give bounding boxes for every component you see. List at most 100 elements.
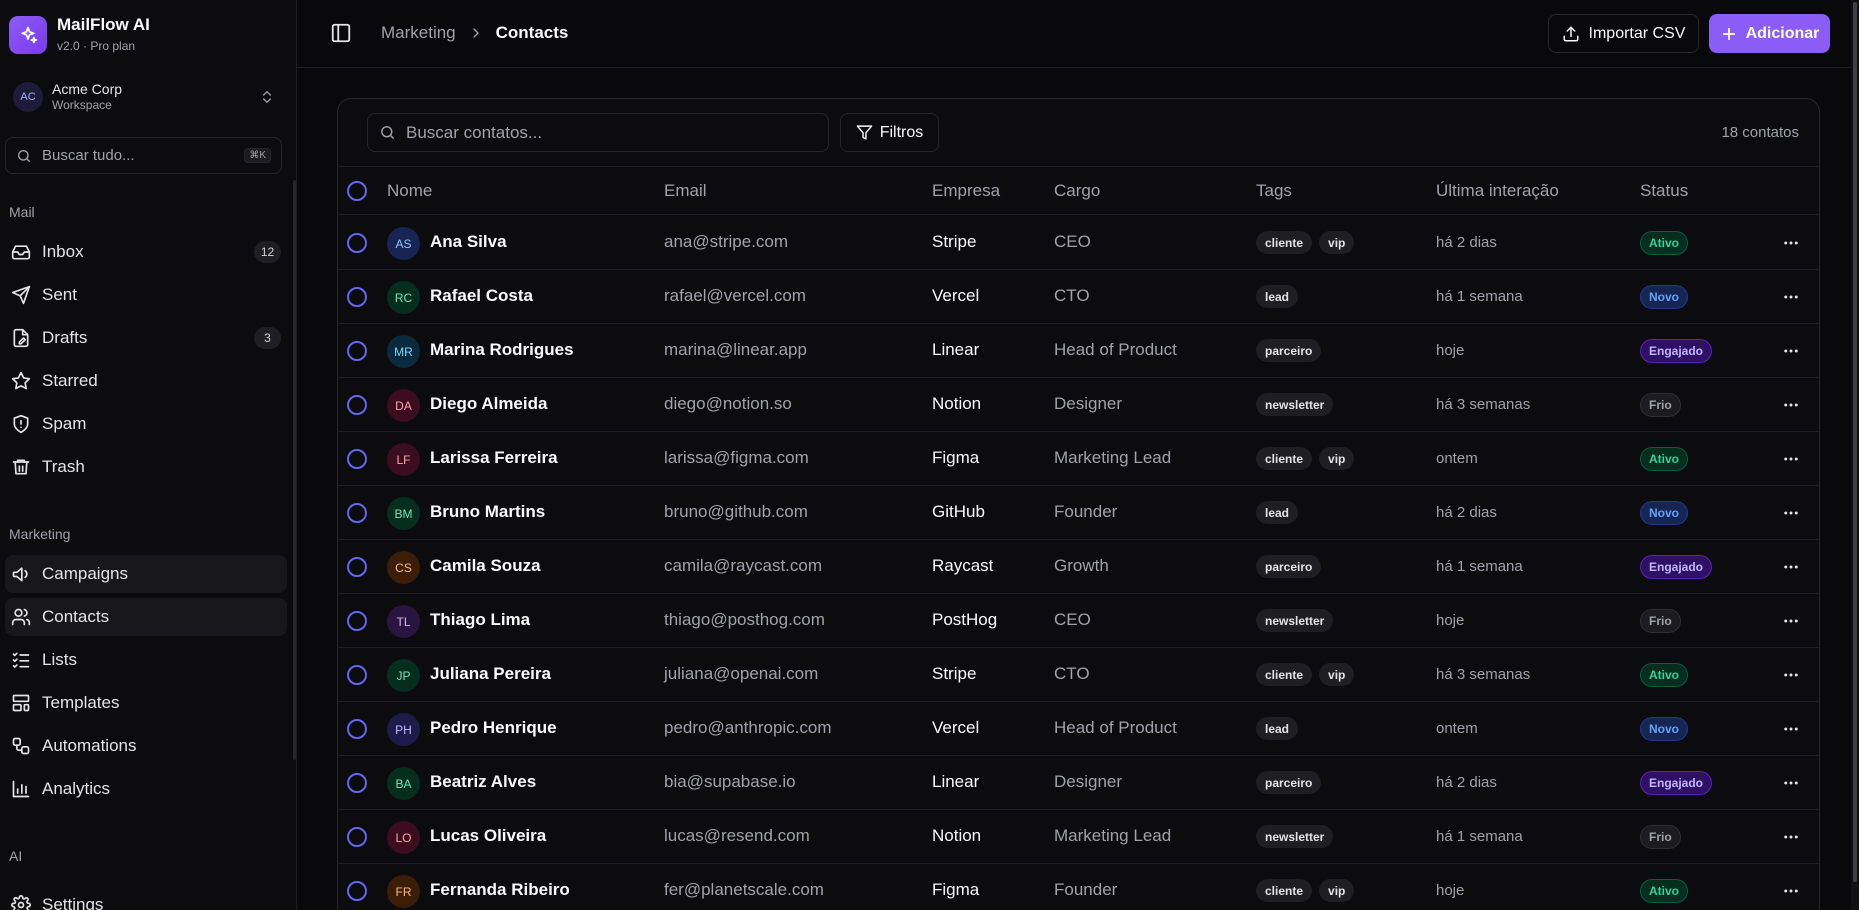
- column-header-empresa[interactable]: Empresa: [932, 181, 1000, 201]
- row-checkbox[interactable]: [347, 341, 367, 361]
- tag-badge[interactable]: newsletter: [1256, 825, 1334, 848]
- brand[interactable]: MailFlow AI v2.0 · Pro plan: [9, 15, 150, 54]
- more-options-icon[interactable]: [1782, 450, 1800, 468]
- page-scrollbar-thumb[interactable]: [1853, 2, 1857, 882]
- table-row[interactable]: RC Rafael Costa rafael@vercel.com Vercel CTO…: [338, 270, 1819, 324]
- contact-name[interactable]: Pedro Henrique: [430, 718, 557, 738]
- add-contact-button[interactable]: Adicionar: [1709, 14, 1830, 53]
- sidebar-item-automations[interactable]: Automations: [5, 727, 287, 765]
- tag-badge[interactable]: lead: [1256, 285, 1299, 308]
- contact-name[interactable]: Rafael Costa: [430, 286, 533, 306]
- table-row[interactable]: FR Fernanda Ribeiro fer@planetscale.com Fig…: [338, 864, 1819, 910]
- sidebar-item-sent[interactable]: Sent: [5, 276, 287, 314]
- more-options-icon[interactable]: [1782, 396, 1800, 414]
- contact-name[interactable]: Juliana Pereira: [430, 664, 551, 684]
- sidebar-scrollbar[interactable]: [293, 180, 296, 760]
- sidebar-item-analytics[interactable]: Analytics: [5, 770, 287, 808]
- row-checkbox[interactable]: [347, 503, 367, 523]
- column-header-nome[interactable]: Nome: [387, 181, 432, 201]
- breadcrumb-marketing[interactable]: Marketing: [381, 23, 456, 43]
- contact-name[interactable]: Marina Rodrigues: [430, 340, 574, 360]
- select-all-checkbox[interactable]: [347, 181, 367, 201]
- row-checkbox[interactable]: [347, 773, 367, 793]
- tag-badge[interactable]: cliente: [1256, 879, 1313, 902]
- row-checkbox[interactable]: [347, 827, 367, 847]
- contact-name[interactable]: Ana Silva: [430, 232, 507, 252]
- contact-name[interactable]: Beatriz Alves: [430, 772, 536, 792]
- row-checkbox[interactable]: [347, 449, 367, 469]
- row-checkbox[interactable]: [347, 665, 367, 685]
- tag-badge[interactable]: parceiro: [1256, 339, 1322, 362]
- sidebar-item-spam[interactable]: Spam: [5, 405, 287, 443]
- import-csv-button[interactable]: Importar CSV: [1548, 14, 1699, 53]
- more-options-icon[interactable]: [1782, 828, 1800, 846]
- sidebar-item-trash[interactable]: Trash: [5, 448, 287, 486]
- tag-badge[interactable]: parceiro: [1256, 771, 1322, 794]
- sidebar-item-settings[interactable]: Settings: [5, 886, 287, 910]
- table-row[interactable]: LF Larissa Ferreira larissa@figma.com Figma…: [338, 432, 1819, 486]
- row-checkbox[interactable]: [347, 287, 367, 307]
- contact-name[interactable]: Camila Souza: [430, 556, 541, 576]
- table-row[interactable]: BA Beatriz Alves bia@supabase.io Linear Desi…: [338, 756, 1819, 810]
- contact-name[interactable]: Bruno Martins: [430, 502, 545, 522]
- more-options-icon[interactable]: [1782, 720, 1800, 738]
- row-checkbox[interactable]: [347, 557, 367, 577]
- more-options-icon[interactable]: [1782, 234, 1800, 252]
- table-row[interactable]: AS Ana Silva ana@stripe.com Stripe CEO client…: [338, 216, 1819, 270]
- row-checkbox[interactable]: [347, 395, 367, 415]
- tag-badge[interactable]: lead: [1256, 717, 1299, 740]
- column-header-email[interactable]: Email: [664, 181, 707, 201]
- more-options-icon[interactable]: [1782, 612, 1800, 630]
- tag-badge[interactable]: vip: [1319, 663, 1355, 686]
- workspace-switcher[interactable]: AC Acme Corp Workspace: [13, 80, 277, 114]
- filters-button[interactable]: Filtros: [840, 113, 939, 152]
- more-options-icon[interactable]: [1782, 666, 1800, 684]
- more-options-icon[interactable]: [1782, 342, 1800, 360]
- sidebar-item-campaigns[interactable]: Campaigns: [5, 555, 287, 593]
- tag-badge[interactable]: parceiro: [1256, 555, 1322, 578]
- sidebar-toggle-icon[interactable]: [330, 22, 352, 44]
- table-row[interactable]: TL Thiago Lima thiago@posthog.com PostHog CE…: [338, 594, 1819, 648]
- sidebar-item-contacts[interactable]: Contacts: [5, 598, 287, 636]
- table-row[interactable]: JP Juliana Pereira juliana@openai.com Strip…: [338, 648, 1819, 702]
- table-row[interactable]: DA Diego Almeida diego@notion.so Notion Desi…: [338, 378, 1819, 432]
- row-checkbox[interactable]: [347, 719, 367, 739]
- tag-badge[interactable]: lead: [1256, 501, 1299, 524]
- contact-name[interactable]: Thiago Lima: [430, 610, 530, 630]
- table-row[interactable]: MR Marina Rodrigues marina@linear.app Linea…: [338, 324, 1819, 378]
- column-header-status[interactable]: Status: [1640, 181, 1688, 201]
- column-header-tags[interactable]: Tags: [1256, 181, 1292, 201]
- more-options-icon[interactable]: [1782, 288, 1800, 306]
- more-options-icon[interactable]: [1782, 504, 1800, 522]
- table-row[interactable]: CS Camila Souza camila@raycast.com Raycast G…: [338, 540, 1819, 594]
- contact-name[interactable]: Lucas Oliveira: [430, 826, 546, 846]
- tag-badge[interactable]: cliente: [1256, 447, 1313, 470]
- table-row[interactable]: BM Bruno Martins bruno@github.com GitHub Fou…: [338, 486, 1819, 540]
- table-row[interactable]: LO Lucas Oliveira lucas@resend.com Notion Ma…: [338, 810, 1819, 864]
- table-row[interactable]: PH Pedro Henrique pedro@anthropic.com Verce…: [338, 702, 1819, 756]
- more-options-icon[interactable]: [1782, 882, 1800, 900]
- sidebar-item-drafts[interactable]: Drafts 3: [5, 319, 287, 357]
- sidebar-item-templates[interactable]: Templates: [5, 684, 287, 722]
- global-search-input[interactable]: Buscar tudo... ⌘K: [5, 137, 282, 174]
- tag-badge[interactable]: cliente: [1256, 231, 1313, 254]
- tag-badge[interactable]: vip: [1319, 447, 1355, 470]
- contacts-search[interactable]: [367, 113, 829, 152]
- tag-badge[interactable]: vip: [1319, 879, 1355, 902]
- contact-name[interactable]: Fernanda Ribeiro: [430, 880, 570, 900]
- sidebar-item-inbox[interactable]: Inbox 12: [5, 233, 287, 271]
- row-checkbox[interactable]: [347, 233, 367, 253]
- more-options-icon[interactable]: [1782, 558, 1800, 576]
- contact-name[interactable]: Larissa Ferreira: [430, 448, 558, 468]
- sidebar-item-lists[interactable]: Lists: [5, 641, 287, 679]
- column-header-ultima-interacao[interactable]: Última interação: [1436, 181, 1559, 201]
- sidebar-item-starred[interactable]: Starred: [5, 362, 287, 400]
- tag-badge[interactable]: cliente: [1256, 663, 1313, 686]
- contacts-search-input[interactable]: [406, 122, 806, 143]
- tag-badge[interactable]: newsletter: [1256, 393, 1334, 416]
- tag-badge[interactable]: vip: [1319, 231, 1355, 254]
- row-checkbox[interactable]: [347, 881, 367, 901]
- contact-name[interactable]: Diego Almeida: [430, 394, 547, 414]
- tag-badge[interactable]: newsletter: [1256, 609, 1334, 632]
- row-checkbox[interactable]: [347, 611, 367, 631]
